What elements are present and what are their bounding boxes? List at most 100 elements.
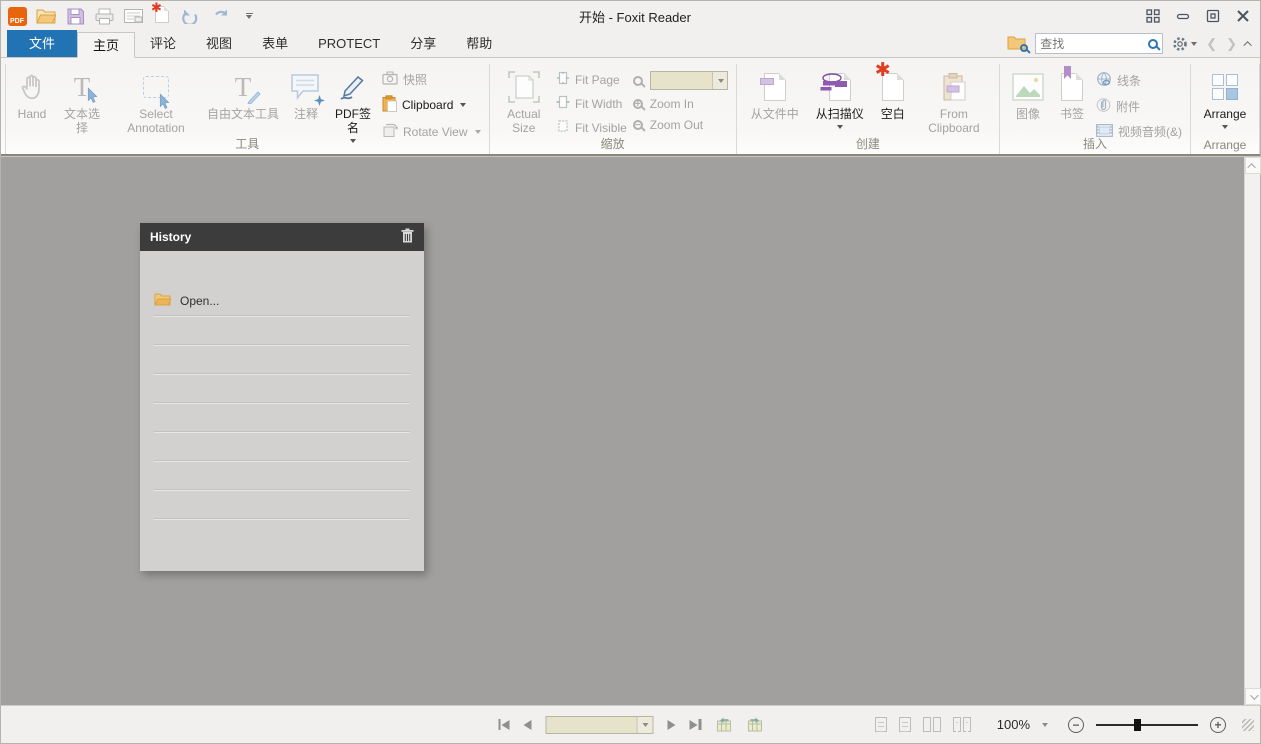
- forward-icon[interactable]: ❯: [1226, 36, 1237, 52]
- ribbon-group-tools: Hand T 文本选择 Select Annotation T: [5, 64, 490, 154]
- pdf-sign-button[interactable]: PDF签名: [330, 66, 376, 145]
- actual-size-icon: [506, 68, 542, 106]
- history-item-label: Open...: [180, 294, 219, 308]
- customize-quick-access-icon[interactable]: [239, 6, 259, 26]
- facing-view-icon[interactable]: [923, 717, 941, 732]
- history-panel-header: History: [140, 223, 424, 251]
- tab-protect[interactable]: PROTECT: [303, 31, 395, 57]
- insert-line-button[interactable]: 线条: [1096, 71, 1182, 90]
- document-area: History Open...: [1, 156, 1260, 705]
- fit-visible-button[interactable]: Fit Visible: [556, 119, 627, 136]
- free-text-tool-button[interactable]: T 自由文本工具: [204, 66, 282, 124]
- free-text-icon: T: [235, 68, 252, 106]
- tab-home[interactable]: 主页: [77, 32, 135, 58]
- last-page-button[interactable]: [690, 719, 702, 730]
- arrange-button[interactable]: Arrange: [1199, 66, 1251, 131]
- image-icon: [1011, 68, 1045, 106]
- undo-icon[interactable]: [181, 6, 201, 26]
- rotate-view-caret-icon[interactable]: [475, 130, 481, 134]
- minimize-icon[interactable]: [1176, 9, 1190, 23]
- open-file-icon[interactable]: [36, 6, 56, 26]
- scroll-down-icon[interactable]: [1245, 688, 1261, 705]
- search-input[interactable]: [1040, 37, 1148, 51]
- first-page-button[interactable]: [498, 719, 510, 730]
- tab-share[interactable]: 分享: [395, 31, 451, 57]
- zoom-in-plus-button[interactable]: +: [1210, 717, 1226, 733]
- new-document-icon[interactable]: ✱: [152, 6, 172, 26]
- zoom-slider[interactable]: [1096, 724, 1198, 726]
- insert-image-button[interactable]: 图像: [1008, 66, 1048, 124]
- clipboard-button[interactable]: Clipboard: [382, 95, 480, 115]
- insert-bookmark-button[interactable]: 书签: [1054, 66, 1090, 124]
- save-icon[interactable]: [65, 6, 85, 26]
- previous-view-button[interactable]: [715, 717, 732, 732]
- continuous-facing-view-icon[interactable]: [953, 717, 971, 732]
- search-folder-icon[interactable]: [1007, 35, 1026, 53]
- zoom-in-button[interactable]: + Zoom In: [633, 97, 728, 111]
- foxit-logo-icon[interactable]: PDF: [7, 6, 27, 26]
- link-globe-icon: [1096, 71, 1112, 90]
- insert-attachment-button[interactable]: 附件: [1096, 97, 1182, 116]
- select-annotation-button[interactable]: Select Annotation: [114, 66, 198, 138]
- history-empty-row: [154, 490, 410, 519]
- create-from-scanner-button[interactable]: 从扫描仪: [811, 66, 869, 131]
- close-icon[interactable]: [1236, 9, 1250, 23]
- fit-width-button[interactable]: Fit Width: [556, 95, 627, 112]
- arrange-caret-icon[interactable]: [1222, 125, 1228, 129]
- bookmark-icon: [1061, 68, 1083, 106]
- create-from-file-button[interactable]: 从文件中: [745, 66, 805, 124]
- tab-help[interactable]: 帮助: [451, 31, 507, 57]
- tab-comment[interactable]: 评论: [135, 31, 191, 57]
- zoom-combobox-caret-icon[interactable]: [712, 72, 727, 89]
- tab-form[interactable]: 表单: [247, 31, 303, 57]
- collapse-ribbon-icon[interactable]: [1246, 38, 1252, 50]
- clipboard-caret-icon[interactable]: [460, 103, 466, 107]
- page-number-caret-icon[interactable]: [637, 717, 653, 733]
- resize-grip[interactable]: [1242, 719, 1254, 731]
- zoom-out-button[interactable]: − Zoom Out: [633, 118, 728, 132]
- clear-history-trash-icon[interactable]: [401, 228, 414, 246]
- zoom-level-caret-icon[interactable]: [1042, 723, 1048, 727]
- fit-column: Fit Page Fit Width Fit Visible: [556, 66, 627, 136]
- page-number-combobox[interactable]: [546, 716, 654, 734]
- settings-menu-button[interactable]: [1172, 36, 1197, 52]
- tab-file[interactable]: 文件: [7, 30, 77, 57]
- fit-page-button[interactable]: Fit Page: [556, 71, 627, 88]
- single-page-view-icon[interactable]: [875, 717, 887, 732]
- continuous-view-icon[interactable]: [899, 717, 911, 732]
- zoom-out-minus-button[interactable]: −: [1068, 717, 1084, 733]
- search-icon[interactable]: [1148, 39, 1158, 49]
- zoom-in-icon: +: [633, 99, 643, 109]
- vertical-scrollbar[interactable]: [1244, 157, 1260, 705]
- tools-small-column: 快照 Clipboard Rotate View: [382, 66, 480, 141]
- create-from-clipboard-button[interactable]: From Clipboard: [917, 66, 991, 138]
- blank-page-icon: ✱: [882, 68, 904, 106]
- actual-size-button[interactable]: Actual Size: [498, 66, 550, 138]
- tab-view[interactable]: 视图: [191, 31, 247, 57]
- back-icon[interactable]: ❮: [1206, 36, 1217, 52]
- next-view-button[interactable]: [746, 717, 763, 732]
- comment-button[interactable]: 注释: [288, 66, 324, 124]
- email-icon[interactable]: [123, 6, 143, 26]
- from-scanner-caret-icon[interactable]: [837, 125, 843, 129]
- insert-small-column: 线条 附件 视频音频(&): [1096, 66, 1182, 140]
- restore-icon[interactable]: [1206, 9, 1220, 23]
- scroll-up-icon[interactable]: [1245, 157, 1261, 174]
- text-select-button[interactable]: T 文本选择: [56, 66, 108, 138]
- search-box: [1035, 33, 1163, 54]
- zoom-level-combobox[interactable]: [650, 71, 728, 90]
- layout-grid-icon[interactable]: [1146, 9, 1160, 23]
- from-file-icon: [764, 68, 786, 106]
- snapshot-button[interactable]: 快照: [382, 71, 480, 88]
- fit-visible-icon: [556, 119, 570, 136]
- print-icon[interactable]: [94, 6, 114, 26]
- create-blank-button[interactable]: ✱ 空白: [875, 66, 911, 124]
- hand-tool-button[interactable]: Hand: [14, 66, 50, 124]
- from-clipboard-icon: [942, 68, 966, 106]
- history-empty-row: [154, 374, 410, 403]
- next-page-button[interactable]: [668, 720, 676, 730]
- history-item-open[interactable]: Open...: [154, 287, 410, 316]
- previous-page-button[interactable]: [524, 720, 532, 730]
- redo-icon[interactable]: [210, 6, 230, 26]
- zoom-slider-thumb[interactable]: [1134, 719, 1141, 731]
